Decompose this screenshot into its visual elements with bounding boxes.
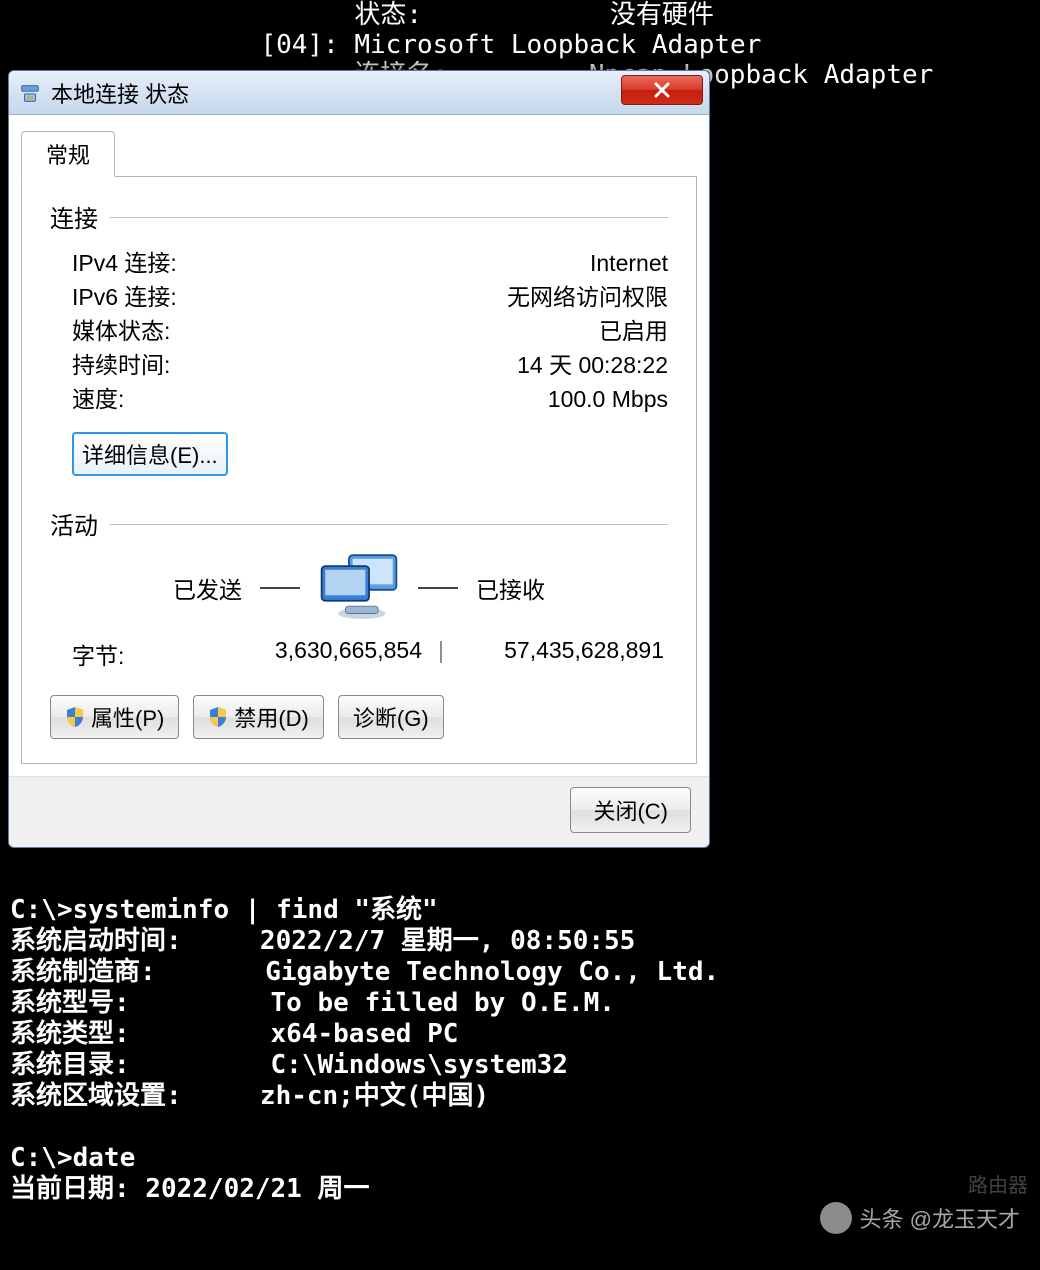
network-computers-icon bbox=[318, 553, 400, 623]
sent-label: 已发送 bbox=[173, 571, 242, 605]
dialog-footer: 关闭(C) bbox=[9, 776, 709, 847]
speed-label: 速度: bbox=[72, 382, 548, 416]
ipv4-label: IPv4 连接: bbox=[72, 246, 590, 280]
action-buttons: 属性(P) 禁用(D) 诊断(G) bbox=[50, 695, 668, 739]
titlebar[interactable]: 本地连接 状态 bbox=[9, 71, 709, 115]
close-dialog-button[interactable]: 关闭(C) bbox=[570, 787, 691, 833]
tab-panel: 连接 IPv4 连接: Internet IPv6 连接: 无网络访问权限 媒体… bbox=[21, 176, 697, 764]
dialog-body: 常规 连接 IPv4 连接: Internet IPv6 连接: 无网络访问权限… bbox=[9, 115, 709, 776]
activity-labels-row: 已发送 已接收 bbox=[50, 553, 668, 623]
dialog-title: 本地连接 状态 bbox=[51, 77, 621, 109]
bytes-recv: 57,435,628,891 bbox=[460, 637, 668, 671]
dash-right bbox=[418, 587, 458, 589]
ipv4-row: IPv4 连接: Internet bbox=[50, 246, 668, 280]
connection-section-header: 连接 bbox=[50, 199, 668, 234]
media-row: 媒体状态: 已启用 bbox=[50, 314, 668, 348]
disable-label: 禁用(D) bbox=[234, 701, 309, 733]
watermark-text: 头条 @龙玉天才 bbox=[860, 1202, 1020, 1234]
dash-left bbox=[260, 587, 300, 589]
diagnose-button[interactable]: 诊断(G) bbox=[338, 695, 444, 739]
ipv6-label: IPv6 连接: bbox=[72, 280, 507, 314]
activity-area: 已发送 已接收 字节: 3,630,665,854 bbox=[50, 553, 668, 671]
network-adapter-icon bbox=[19, 82, 41, 104]
shield-icon bbox=[208, 706, 228, 728]
speed-row: 速度: 100.0 Mbps bbox=[50, 382, 668, 416]
connection-status-dialog: 本地连接 状态 常规 连接 IPv4 连接: Internet IPv6 连接:… bbox=[8, 70, 710, 848]
duration-value: 14 天 00:28:22 bbox=[517, 348, 668, 382]
speed-value: 100.0 Mbps bbox=[548, 382, 668, 416]
avatar-icon bbox=[820, 1202, 852, 1234]
media-label: 媒体状态: bbox=[72, 314, 599, 348]
console-bottom: C:\>systeminfo | find "系统" 系统启动时间: 2022/… bbox=[10, 895, 1030, 1205]
ipv6-value: 无网络访问权限 bbox=[507, 280, 668, 314]
bytes-label: 字节: bbox=[72, 637, 192, 671]
ipv4-value: Internet bbox=[590, 246, 668, 280]
details-button[interactable]: 详细信息(E)... bbox=[72, 432, 228, 476]
media-value: 已启用 bbox=[599, 314, 668, 348]
close-icon bbox=[653, 81, 671, 99]
diagnose-label: 诊断(G) bbox=[353, 701, 429, 733]
shield-icon bbox=[65, 706, 85, 728]
disable-button[interactable]: 禁用(D) bbox=[193, 695, 324, 739]
window-close-button[interactable] bbox=[621, 75, 703, 105]
watermark-secondary: 路由器 bbox=[968, 1169, 1028, 1198]
duration-label: 持续时间: bbox=[72, 348, 517, 382]
bytes-sent: 3,630,665,854 bbox=[192, 637, 422, 671]
activity-section-header: 活动 bbox=[50, 506, 668, 541]
duration-row: 持续时间: 14 天 00:28:22 bbox=[50, 348, 668, 382]
tabs: 常规 bbox=[21, 131, 697, 177]
tab-general[interactable]: 常规 bbox=[21, 131, 115, 177]
bytes-row: 字节: 3,630,665,854 | 57,435,628,891 bbox=[50, 637, 668, 671]
recv-label: 已接收 bbox=[476, 571, 545, 605]
properties-button[interactable]: 属性(P) bbox=[50, 695, 179, 739]
watermark: 头条 @龙玉天才 bbox=[820, 1202, 1020, 1234]
bytes-separator: | bbox=[422, 637, 460, 671]
properties-label: 属性(P) bbox=[91, 701, 164, 733]
ipv6-row: IPv6 连接: 无网络访问权限 bbox=[50, 280, 668, 314]
